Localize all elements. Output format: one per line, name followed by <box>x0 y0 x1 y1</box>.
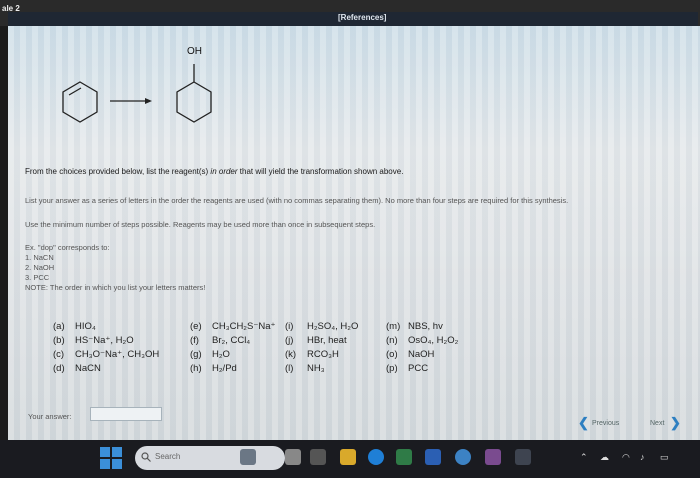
choice-p: (p) PCC <box>386 363 429 374</box>
chevron-right-icon: ❯ <box>670 415 681 430</box>
example-step-1: 1. NaCN <box>25 253 54 262</box>
terminal-icon[interactable] <box>515 449 531 465</box>
previous-button[interactable]: ❮ Previous <box>578 415 628 432</box>
windows-start-icon[interactable] <box>100 447 122 469</box>
choice-o: (o) NaOH <box>386 349 435 360</box>
wifi-icon[interactable]: ◠ <box>622 452 630 463</box>
choice-e: (e) CH₃CH₂S⁻Na⁺ <box>190 321 276 332</box>
choice-j: (j) HBr, heat <box>285 335 347 346</box>
choice-h: (h) H₂/Pd <box>190 363 237 374</box>
cloud-icon[interactable]: ☁ <box>600 452 609 463</box>
window-topbar: ale 2 [References] <box>0 0 700 26</box>
edge-browser-icon[interactable] <box>368 449 384 465</box>
reaction-scheme: OH <box>48 38 238 133</box>
choice-m: (m) NBS, hv <box>386 321 443 332</box>
instructions-format: List your answer as a series of letters … <box>25 196 569 205</box>
double-bond <box>68 87 82 96</box>
example-note: NOTE: The order in which you list your l… <box>25 283 206 292</box>
choice-i: (i) H₂SO₄, H₂O <box>285 321 359 332</box>
widgets-icon[interactable] <box>240 449 256 465</box>
taskbar: Search ⌃ ☁ ◠ ♪ ▭ <box>0 440 700 478</box>
reaction-structures <box>62 64 212 123</box>
volume-icon[interactable]: ♪ <box>640 452 645 462</box>
store-icon[interactable] <box>396 449 412 465</box>
file-explorer-icon[interactable] <box>340 449 356 465</box>
cyclohexanol-ring <box>176 81 212 123</box>
hydroxyl-label: OH <box>187 46 202 57</box>
example-step-2: 2. NaOH <box>25 263 55 272</box>
answer-input[interactable] <box>90 407 162 421</box>
chevron-left-icon: ❮ <box>578 415 589 430</box>
app-icon[interactable] <box>485 449 501 465</box>
example-block: Ex. "dop" corresponds to: 1. NaCN 2. NaO… <box>25 243 205 293</box>
choice-d: (d) NaCN <box>53 363 101 374</box>
references-link[interactable]: [References] <box>338 13 386 22</box>
task-view-icon[interactable] <box>285 449 301 465</box>
battery-icon[interactable]: ▭ <box>660 452 669 463</box>
next-button[interactable]: Next ❯ <box>648 415 688 432</box>
choice-b: (b) HS⁻Na⁺, H₂O <box>53 335 134 346</box>
choice-g: (g) H₂O <box>190 349 230 360</box>
example-title: Ex. "dop" corresponds to: <box>25 243 110 252</box>
choice-l: (l) NH₃ <box>285 363 325 374</box>
mail-icon[interactable] <box>425 449 441 465</box>
choice-n: (n) OsO₄, H₂O₂ <box>386 335 459 346</box>
choice-f: (f) Br₂, CCl₄ <box>190 335 251 346</box>
instructions-minimum-steps: Use the minimum number of steps possible… <box>25 220 376 229</box>
choice-a: (a) HIO₄ <box>53 321 96 332</box>
question-panel: OH From the choices provided below, list… <box>8 26 700 440</box>
reaction-arrow-head <box>145 98 152 104</box>
chevron-up-icon[interactable]: ⌃ <box>580 452 588 463</box>
chrome-icon[interactable] <box>455 449 471 465</box>
search-icon <box>141 452 151 462</box>
instructions-main: From the choices provided below, list th… <box>25 167 404 176</box>
choice-k: (k) RCO₃H <box>285 349 339 360</box>
references-bar: [References] <box>8 12 698 26</box>
example-step-3: 3. PCC <box>25 273 50 282</box>
choice-c: (c) CH₃O⁻Na⁺, CH₃OH <box>53 349 160 360</box>
answer-label: Your answer: <box>28 412 72 421</box>
camera-app-icon[interactable] <box>310 449 326 465</box>
taskbar-search[interactable]: Search <box>135 446 285 470</box>
